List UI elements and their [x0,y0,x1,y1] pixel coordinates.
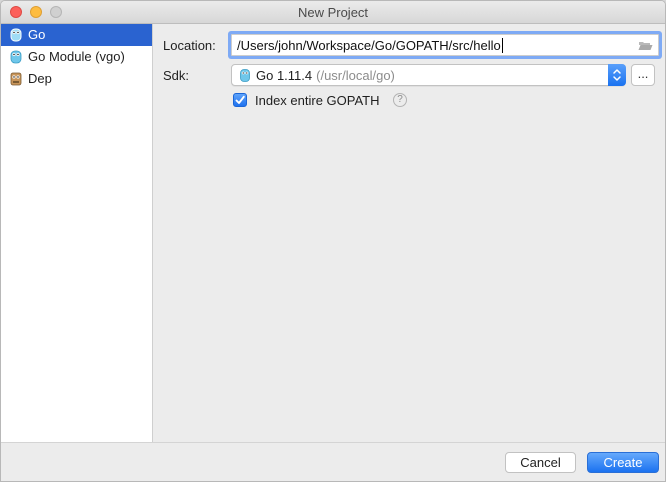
checkmark-icon [235,95,245,104]
sidebar-item-dep[interactable]: Dep [1,68,152,90]
sdk-browse-button[interactable]: ... [631,64,655,86]
cancel-button[interactable]: Cancel [505,452,576,473]
sdk-path: (/usr/local/go) [316,68,395,83]
chevron-up-down-icon[interactable] [608,64,626,86]
sidebar-item-label: Go [28,27,46,42]
index-gopath-label[interactable]: Index entire GOPATH [255,93,380,108]
location-label: Location: [163,38,216,53]
sdk-select[interactable]: Go 1.11.4 (/usr/local/go) [231,64,626,86]
sdk-selected-value: Go 1.11.4 (/usr/local/go) [256,68,395,83]
location-value[interactable]: /Users/john/Workspace/Go/GOPATH/src/hell… [237,38,503,53]
sidebar-item-go[interactable]: Go [1,24,152,46]
sdk-label: Sdk: [163,68,190,83]
gopher-icon [10,28,22,42]
text-caret [501,38,503,53]
project-type-list: Go Go Module (vgo) Dep [1,24,153,443]
dialog-footer: Cancel Create [1,442,665,481]
sidebar-item-go-module[interactable]: Go Module (vgo) [1,46,152,68]
dep-icon [10,72,22,86]
settings-panel: Location: /Users/john/Workspace/Go/GOPAT… [153,24,665,443]
location-input[interactable]: /Users/john/Workspace/Go/GOPATH/src/hell… [231,34,659,56]
new-project-window: New Project Go Go Module (vgo) Dep Locat… [0,0,666,482]
sidebar-item-label: Go Module (vgo) [28,49,125,64]
gopher-icon [10,50,22,64]
title-bar[interactable]: New Project [1,1,665,24]
folder-open-icon[interactable] [638,40,653,51]
create-button[interactable]: Create [587,452,659,473]
help-icon[interactable]: ? [393,93,407,107]
gopher-icon [240,69,250,82]
sidebar-item-label: Dep [28,71,52,86]
window-title: New Project [297,5,369,20]
index-gopath-checkbox[interactable] [233,93,247,107]
